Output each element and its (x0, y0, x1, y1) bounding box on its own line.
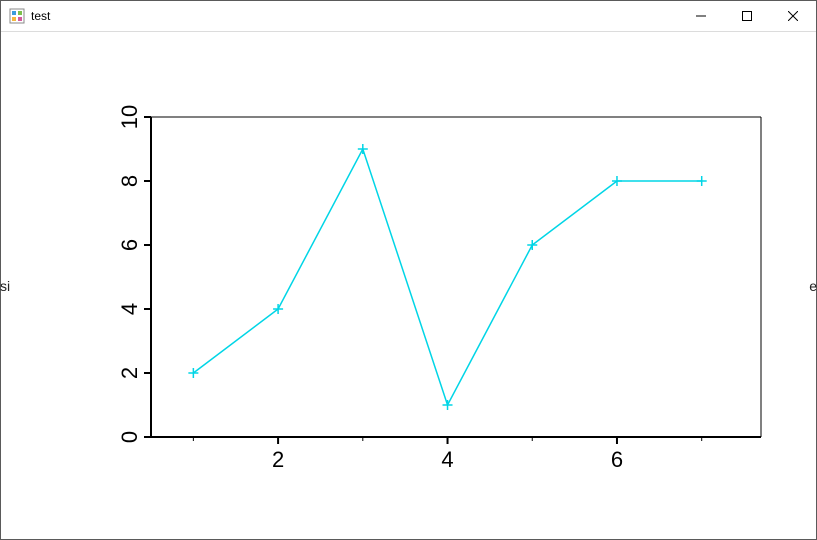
minimize-button[interactable] (678, 1, 724, 31)
y-tick-label: 0 (117, 431, 142, 443)
maximize-button[interactable] (724, 1, 770, 31)
y-tick-label: 10 (117, 105, 142, 129)
content-area: si e 2460246810 (1, 32, 816, 539)
close-button[interactable] (770, 1, 816, 31)
y-tick-label: 2 (117, 367, 142, 379)
y-tick-label: 6 (117, 239, 142, 251)
line-chart: 2 4 6 0 2 4 6 8 10 (1, 32, 816, 540)
titlebar[interactable]: test (1, 1, 816, 32)
y-tick-label: 4 (117, 303, 142, 315)
app-window: test si e 2460246810 (0, 0, 817, 540)
x-tick-label: 2 (272, 447, 284, 472)
data-line (193, 149, 701, 405)
minimize-icon (696, 11, 706, 21)
window-title: test (31, 9, 50, 23)
y-tick-label: 8 (117, 175, 142, 187)
close-icon (788, 11, 798, 21)
app-icon (9, 8, 25, 24)
x-tick-label: 4 (441, 447, 453, 472)
maximize-icon (742, 11, 752, 21)
x-tick-label: 6 (611, 447, 623, 472)
